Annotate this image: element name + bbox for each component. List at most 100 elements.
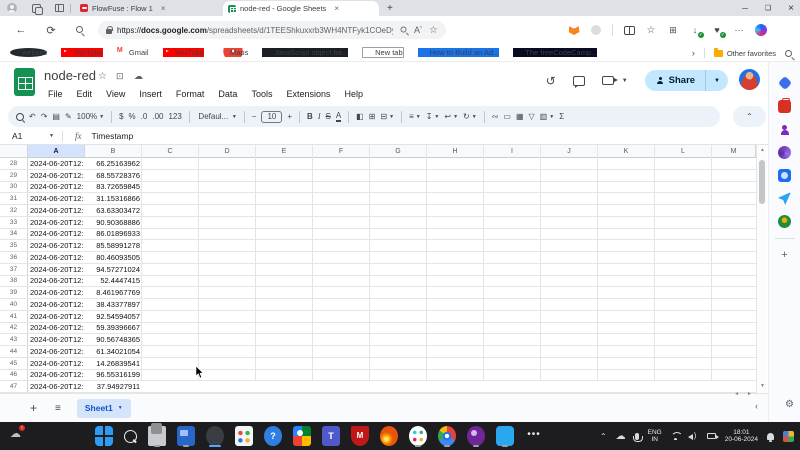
minimize-button[interactable]: ─ [742, 4, 748, 13]
cell-timestamp[interactable]: 2024-06-20T12: [28, 217, 85, 228]
column-header[interactable]: F [313, 145, 370, 158]
row-header[interactable]: 47 [0, 381, 28, 392]
row-header[interactable]: 34 [0, 229, 28, 240]
cell-timestamp[interactable]: 2024-06-20T12: [28, 264, 85, 275]
bold-icon[interactable]: B [307, 112, 313, 121]
cell-value[interactable]: 94.57271024 [85, 264, 142, 275]
user-avatar[interactable] [739, 69, 760, 90]
row-header[interactable]: 42 [0, 323, 28, 334]
tab-flowfuse[interactable]: FlowFuse : Flow 1 × [75, 0, 223, 16]
separator[interactable] [299, 111, 300, 123]
column-header[interactable]: I [484, 145, 541, 158]
search-button[interactable] [68, 24, 90, 36]
more-menu-icon[interactable]: ⋯ [733, 24, 745, 36]
cell-timestamp[interactable]: 2024-06-20T12: [28, 381, 85, 392]
row-header[interactable]: 29 [0, 170, 28, 181]
column-header[interactable]: C [142, 145, 199, 158]
microsoft-store[interactable] [235, 426, 253, 446]
all-sheets-icon[interactable]: ≡ [55, 403, 61, 414]
row-header[interactable]: 28 [0, 158, 28, 169]
cell-value[interactable]: 37.94927911 [85, 381, 142, 392]
share-dropdown[interactable]: ▼ [706, 78, 728, 84]
column-header[interactable]: L [655, 145, 712, 158]
cell-value[interactable]: 14.26839541 [85, 358, 142, 369]
metamask-icon[interactable] [568, 24, 580, 36]
favorites-icon[interactable]: ☆ [645, 24, 657, 36]
insert-chart-icon[interactable]: ▦ [516, 112, 524, 121]
star-document-icon[interactable]: ☆ [98, 71, 107, 82]
zoom-page-icon[interactable] [400, 26, 407, 35]
cell-timestamp[interactable]: 2024-06-20T12: [28, 346, 85, 357]
scroll-right-icon[interactable]: ► [747, 391, 752, 397]
separator[interactable] [244, 111, 245, 123]
extension-icon[interactable] [590, 24, 602, 36]
share-button[interactable]: Share ▼ [645, 70, 728, 91]
get-add-ons-button[interactable]: + [781, 249, 787, 261]
text-color-icon[interactable]: A [336, 112, 341, 122]
menu-item[interactable]: Tools [244, 87, 279, 101]
menu-item[interactable]: Insert [132, 87, 169, 101]
vertical-scrollbar[interactable]: ▲ ▼ [756, 145, 767, 393]
cell-value[interactable]: 52.4447415 [85, 276, 142, 287]
print-icon[interactable]: ▤ [52, 112, 60, 121]
column-header[interactable]: J [541, 145, 598, 158]
volume-icon[interactable] [690, 433, 695, 440]
cell-value[interactable]: 61.34021054 [85, 346, 142, 357]
create-filter-icon[interactable]: ▽ [529, 112, 535, 121]
row-header[interactable]: 39 [0, 287, 28, 298]
tray-widget-icon[interactable] [783, 431, 794, 442]
close-button[interactable]: × [788, 3, 794, 14]
sheet-tab-caret[interactable]: ▼ [118, 405, 123, 411]
get-help[interactable]: ? [264, 426, 282, 446]
column-header[interactable]: G [370, 145, 427, 158]
comments-icon[interactable] [573, 76, 585, 86]
wifi-icon[interactable] [671, 432, 681, 440]
vertical-align-icon[interactable]: ↧▼ [426, 112, 440, 121]
bookmark-gmail[interactable]: Gmail [117, 48, 149, 57]
insert-link-icon[interactable]: ∾ [492, 112, 499, 121]
notifications-bell-icon[interactable] [767, 433, 774, 440]
clock[interactable]: 18:0120-06-2024 [725, 429, 758, 443]
select-all-corner[interactable] [0, 145, 28, 158]
currency-format-icon[interactable]: $ [119, 112, 123, 121]
table-views-icon[interactable]: ▥▼ [540, 112, 555, 121]
weather-widget[interactable]: ☁! [10, 427, 21, 440]
bookmark-website[interactable]: website [10, 48, 47, 57]
cell-timestamp[interactable]: 2024-06-20T12: [28, 193, 85, 204]
bookmark-youtube[interactable]: YouTube [61, 48, 102, 57]
column-header[interactable]: M [712, 145, 756, 158]
cell-value[interactable]: 59.39396667 [85, 323, 142, 334]
percent-format-icon[interactable]: % [129, 112, 136, 121]
microphone-icon[interactable] [635, 433, 639, 440]
formula-content[interactable]: Timestamp [92, 131, 134, 141]
address-bar[interactable]: https://docs.google.com/spreadsheets/d/1… [98, 21, 446, 39]
increase-decimal-icon[interactable]: .00 [152, 112, 163, 121]
separator[interactable] [401, 111, 402, 123]
cell-value[interactable]: 31.15316866 [85, 193, 142, 204]
taskbar-overflow[interactable]: ••• [525, 426, 543, 446]
favorites-search-icon[interactable] [785, 44, 792, 62]
scroll-left-icon[interactable]: ◄ [734, 391, 739, 397]
redo-icon[interactable]: ↷ [41, 112, 48, 121]
row-header[interactable]: 43 [0, 334, 28, 345]
addon-tag-icon[interactable] [777, 76, 791, 90]
cell-value[interactable]: 85.58991278 [85, 240, 142, 251]
search-icon[interactable] [16, 113, 24, 121]
addon-person-icon[interactable] [778, 123, 791, 136]
cell-timestamp[interactable]: 2024-06-20T12: [28, 311, 85, 322]
row-header[interactable]: 37 [0, 264, 28, 275]
fill-color-icon[interactable]: ◧ [356, 112, 364, 121]
sheet-tab-sheet1[interactable]: Sheet1 ▼ [77, 399, 131, 418]
camera-tray-icon[interactable] [707, 433, 716, 439]
close-tab-icon[interactable]: × [334, 4, 339, 13]
split-screen-icon[interactable] [623, 24, 635, 36]
row-header[interactable]: 45 [0, 358, 28, 369]
text-rotation-icon[interactable]: ↻▼ [463, 112, 477, 121]
separator[interactable] [111, 111, 112, 123]
media-app[interactable] [177, 426, 195, 446]
version-history-icon[interactable]: ↺ [546, 74, 556, 88]
meet-button[interactable]: ▼ [602, 76, 628, 85]
browser-profile-button[interactable] [5, 3, 18, 14]
row-header[interactable]: 38 [0, 276, 28, 287]
downloads-icon[interactable]: ↓✓ [689, 24, 701, 36]
